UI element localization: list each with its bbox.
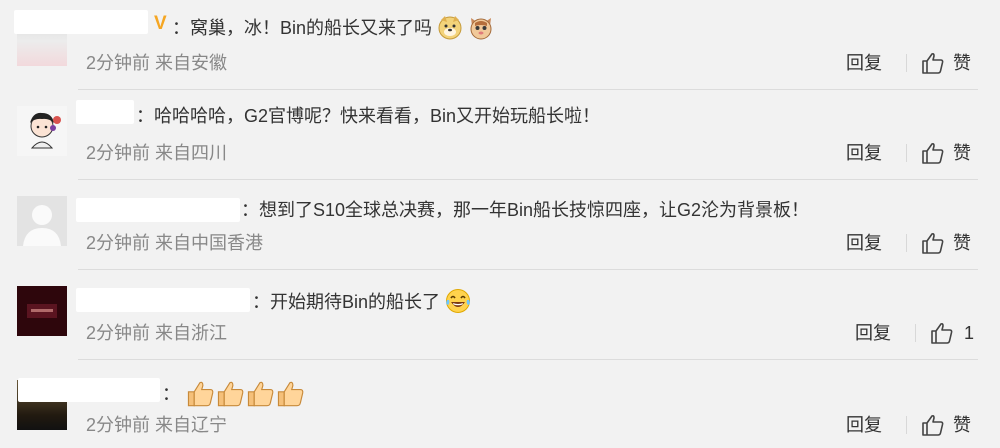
like-button[interactable]: 1: [930, 319, 974, 347]
action-divider: [906, 416, 907, 434]
like-button[interactable]: 赞: [921, 229, 971, 257]
avatar[interactable]: [17, 106, 67, 156]
comment-meta: 2分钟前 来自中国香港: [86, 233, 264, 253]
avatar[interactable]: [17, 286, 67, 336]
comment-meta: 2分钟前 来自辽宁: [86, 415, 228, 435]
reply-button[interactable]: 回复: [846, 413, 882, 437]
action-divider: [906, 144, 907, 162]
comment-meta: 2分钟前 来自浙江: [86, 323, 228, 343]
thumbs-up-icon: [277, 381, 304, 407]
comment-separator: ：: [252, 292, 270, 312]
comment-separator: ：: [241, 200, 259, 220]
username-redacted[interactable]: [14, 10, 148, 34]
username-redacted[interactable]: [76, 288, 250, 312]
comment-body: 开始期待Bin的船长了: [270, 292, 441, 312]
comment-text: ：窝巢，冰！Bin的船长又来了吗: [172, 14, 494, 40]
avatar-image: [17, 286, 67, 336]
avatar-image: [17, 106, 67, 156]
cat-face-icon: [470, 18, 492, 40]
thumbs-up-icon: [922, 232, 944, 254]
reply-button[interactable]: 回复: [846, 51, 882, 75]
comment-text: ：开始期待Bin的船长了: [252, 288, 471, 314]
comment-meta: 2分钟前 来自四川: [86, 143, 228, 163]
like-label: 赞: [953, 415, 971, 435]
comment-text: ：: [162, 378, 305, 408]
like-label: 赞: [953, 53, 971, 73]
comment-item: ： 2分钟前 来自辽宁 回复 赞: [0, 360, 1000, 448]
action-divider: [906, 54, 907, 72]
action-divider: [906, 234, 907, 252]
laugh-tears-icon: [446, 289, 471, 313]
comment-item: V ：窝巢，冰！Bin的船长又来了吗 2分钟前 来自安徽 回复 赞: [0, 0, 1000, 90]
comment-separator: ：: [172, 18, 190, 38]
like-count: 1: [964, 323, 975, 343]
comment-item: ：开始期待Bin的船长了 2分钟前 来自浙江 回复 1: [0, 270, 1000, 360]
username-redacted[interactable]: [76, 100, 134, 124]
thumbs-up-icon: [217, 381, 244, 407]
comment-body: 窝巢，冰！Bin的船长又来了吗: [190, 18, 433, 38]
thumbs-up-icon: [922, 142, 944, 164]
like-button[interactable]: 赞: [921, 411, 971, 439]
thumbs-up-icon: [922, 52, 944, 74]
comment-meta: 2分钟前 来自安徽: [86, 53, 228, 73]
like-button[interactable]: 赞: [921, 49, 971, 77]
comment-separator: ：: [136, 106, 154, 126]
comment-item: ：哈哈哈哈，G2官博呢？快来看看，Bin又开始玩船长啦！ 2分钟前 来自四川 回…: [0, 90, 1000, 180]
comment-list: V ：窝巢，冰！Bin的船长又来了吗 2分钟前 来自安徽 回复 赞 ：哈哈哈哈，…: [0, 0, 1000, 448]
comment-body: 想到了S10全球总决赛，那一年Bin船长技惊四座，让G2沦为背景板！: [259, 200, 810, 220]
thumbs-up-icon: [247, 381, 274, 407]
default-avatar-icon: [17, 196, 67, 246]
comment-body: 哈哈哈哈，G2官博呢？快来看看，Bin又开始玩船长啦！: [154, 106, 601, 126]
thumbs-up-icon: [922, 414, 944, 436]
comment-text: ：想到了S10全球总决赛，那一年Bin船长技惊四座，让G2沦为背景板！: [241, 198, 809, 222]
thumbs-up-icon: [187, 381, 214, 407]
reply-button[interactable]: 回复: [846, 231, 882, 255]
comment-item: ：想到了S10全球总决赛，那一年Bin船长技惊四座，让G2沦为背景板！ 2分钟前…: [0, 180, 1000, 270]
thumbs-up-icon: [931, 322, 953, 344]
action-divider: [915, 324, 916, 342]
vip-badge: V: [154, 13, 167, 34]
comment-separator: ：: [162, 384, 180, 404]
like-label: 赞: [953, 143, 971, 163]
doge-face-icon: [438, 16, 462, 40]
username-redacted[interactable]: [18, 378, 160, 402]
reply-button[interactable]: 回复: [855, 321, 891, 345]
username-redacted[interactable]: [76, 198, 240, 222]
like-label: 赞: [953, 233, 971, 253]
comment-text: ：哈哈哈哈，G2官博呢？快来看看，Bin又开始玩船长啦！: [136, 104, 600, 128]
like-button[interactable]: 赞: [921, 139, 971, 167]
reply-button[interactable]: 回复: [846, 141, 882, 165]
avatar[interactable]: [17, 196, 67, 246]
